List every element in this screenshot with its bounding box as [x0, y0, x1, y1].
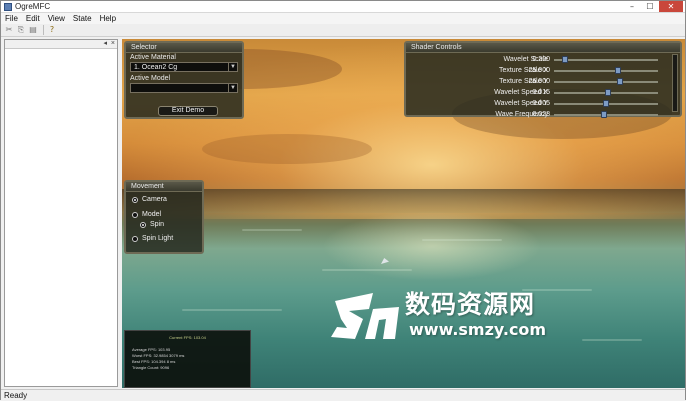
selector-title: Selector — [126, 43, 242, 53]
chevron-down-icon[interactable]: ▼ — [228, 84, 237, 92]
window-controls: – ☐ ✕ — [623, 1, 683, 12]
app-window: OgreMFC – ☐ ✕ File Edit View State Help … — [0, 0, 686, 400]
wave — [422, 239, 502, 241]
camera-radio[interactable] — [132, 197, 138, 203]
watermark: 数码资源网 www.smzy.com — [329, 287, 579, 345]
shader-slider-track[interactable] — [554, 81, 658, 83]
menu-view[interactable]: View — [44, 13, 69, 24]
shader-row: Wave Frequency 0.028 — [406, 109, 674, 120]
wave — [242, 229, 302, 231]
shader-row: Wavelet Speed X 0.015 — [406, 87, 674, 98]
chevron-down-icon[interactable]: ▼ — [228, 63, 237, 71]
menu-state[interactable]: State — [69, 13, 96, 24]
cloud — [202, 134, 372, 164]
shader-controls-title: Shader Controls — [406, 43, 680, 53]
shader-row: Wavelet Speed Y 0.005 — [406, 98, 674, 109]
status-bar: Ready — [1, 389, 685, 400]
wave — [582, 339, 642, 341]
shader-slider-track[interactable] — [554, 59, 658, 61]
wave — [322, 269, 412, 271]
camera-label: Camera — [142, 196, 167, 203]
active-material-combo[interactable]: 1. Ocean2 Cg ▼ — [130, 62, 238, 72]
watermark-url: www.smzy.com — [409, 320, 547, 339]
movement-panel: Movement Camera Model Spin Spin Light — [124, 180, 204, 254]
shader-param-value: 0.005 — [532, 100, 550, 107]
shader-slider-knob[interactable] — [603, 100, 609, 107]
shader-slider-knob[interactable] — [615, 67, 621, 74]
paste-icon[interactable]: ▤ — [28, 25, 38, 35]
shader-scrollbar[interactable] — [672, 54, 678, 112]
spin-light-label: Spin Light — [142, 235, 174, 242]
help-icon[interactable]: ? — [47, 25, 57, 35]
shader-param-value: 0.200 — [532, 56, 550, 63]
shader-controls-panel: Shader Controls Wavelet Scale 0.200 Textur… — [404, 41, 682, 120]
exit-demo-button[interactable]: Exit Demo — [158, 106, 218, 116]
active-material-label: Active Material — [130, 54, 176, 61]
selector-panel: Selector Active Material 1. Ocean2 Cg ▼ … — [124, 41, 244, 119]
shader-row: Texture Scale X 25.000 — [406, 65, 674, 76]
active-model-label: Active Model — [130, 75, 171, 82]
spin-light-checkbox[interactable] — [132, 236, 138, 242]
spin-label: Spin — [150, 221, 165, 228]
model-radio[interactable] — [132, 212, 138, 218]
side-panel-header: ◂ × — [5, 40, 117, 49]
shader-param-value: 0.015 — [532, 89, 550, 96]
close-pane-icon[interactable]: × — [111, 40, 115, 48]
close-button[interactable]: ✕ — [659, 1, 683, 12]
maximize-button[interactable]: ☐ — [641, 1, 659, 12]
toolbar-separator — [43, 25, 44, 35]
horizon-band — [122, 189, 685, 213]
watermark-chinese: 数码资源网 — [405, 290, 536, 319]
copy-icon[interactable]: ⎘ — [16, 25, 26, 35]
minimize-button[interactable]: – — [623, 1, 641, 12]
model-label: Model — [142, 211, 162, 218]
wave — [182, 309, 282, 311]
shader-slider-knob[interactable] — [601, 111, 607, 118]
menu-file[interactable]: File — [1, 13, 22, 24]
toolbar: ✂ ⎘ ▤ ? — [1, 24, 685, 37]
app-icon — [4, 3, 12, 11]
shader-slider-knob[interactable] — [605, 89, 611, 96]
active-material-value: 1. Ocean2 Cg — [134, 64, 178, 71]
render-viewport[interactable]: Selector Active Material 1. Ocean2 Cg ▼ … — [122, 39, 685, 388]
menu-edit[interactable]: Edit — [22, 13, 44, 24]
stats-overlay: Current FPS: 103.04 Average FPS: 103.95 … — [124, 330, 251, 388]
side-panel: ◂ × — [4, 39, 118, 387]
title-bar: OgreMFC – ☐ ✕ — [1, 1, 685, 13]
window-title: OgreMFC — [15, 2, 51, 11]
watermark-logo-icon — [331, 293, 399, 339]
shader-param-value: 26.000 — [528, 78, 550, 85]
spin-checkbox[interactable] — [140, 222, 146, 228]
active-model-combo[interactable]: ▼ — [130, 83, 238, 93]
status-text: Ready — [4, 391, 28, 400]
menu-help[interactable]: Help — [96, 13, 120, 24]
triangle-count: Triangle Count: 9096 — [132, 365, 170, 370]
shader-slider-track[interactable] — [554, 70, 658, 72]
shader-param-value: 0.028 — [532, 111, 550, 118]
pin-icon[interactable]: ◂ — [103, 40, 107, 48]
shader-row: Wavelet Scale 0.200 — [406, 54, 674, 65]
movement-title: Movement — [126, 182, 202, 192]
shader-slider-knob[interactable] — [562, 56, 568, 63]
shader-slider-knob[interactable] — [617, 78, 623, 85]
cut-icon[interactable]: ✂ — [4, 25, 14, 35]
shader-param-value: 25.000 — [528, 67, 550, 74]
menu-bar: File Edit View State Help — [1, 13, 685, 24]
shader-row: Texture Scale Y 26.000 — [406, 76, 674, 87]
